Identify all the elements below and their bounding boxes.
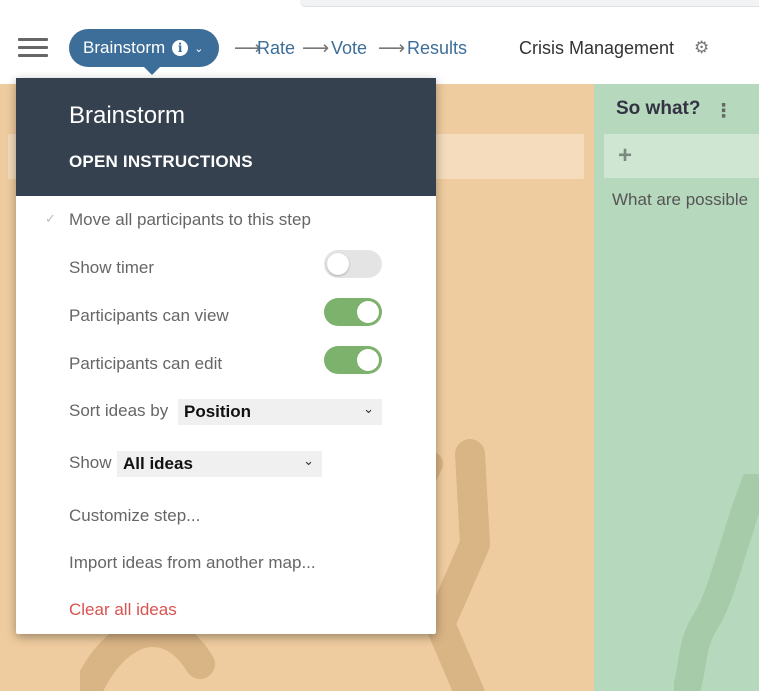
chevron-down-icon: ⌄ bbox=[194, 42, 204, 55]
current-step-label: Brainstorm bbox=[83, 38, 166, 57]
hamburger-menu-icon[interactable] bbox=[18, 38, 48, 58]
move-participants-item[interactable]: Move all participants to this step bbox=[69, 210, 311, 230]
dropdown-title: Brainstorm bbox=[69, 102, 186, 129]
participants-edit-toggle[interactable] bbox=[324, 346, 382, 374]
import-ideas-item[interactable]: Import ideas from another map... bbox=[69, 553, 316, 573]
show-timer-label: Show timer bbox=[69, 258, 155, 277]
show-filter-value: All ideas bbox=[123, 454, 193, 473]
app-header: Brainstorm i ⌄ ⟶ Rate ⟶ Vote ⟶ Results C… bbox=[0, 12, 759, 84]
step-arrow-icon: ⟶ bbox=[302, 38, 330, 59]
add-idea-button[interactable]: + bbox=[604, 134, 759, 178]
clear-ideas-item[interactable]: Clear all ideas bbox=[69, 600, 177, 620]
show-timer-toggle[interactable] bbox=[324, 250, 382, 278]
kebab-menu-icon[interactable]: ⋮ bbox=[714, 100, 733, 123]
column-so-what: So what? ⋮ + What are possible bbox=[594, 84, 759, 691]
show-filter-select[interactable]: All ideas ⌄ bbox=[117, 451, 322, 477]
sort-ideas-select[interactable]: Position ⌄ bbox=[178, 399, 382, 425]
participants-view-toggle[interactable] bbox=[324, 298, 382, 326]
sort-ideas-label: Sort ideas by bbox=[69, 401, 169, 420]
column-prompt: What are possible bbox=[612, 190, 749, 209]
sort-ideas-value: Position bbox=[184, 402, 252, 421]
gear-icon[interactable]: ⚙ bbox=[694, 38, 709, 58]
participants-edit-label: Participants can edit bbox=[69, 354, 223, 373]
info-icon[interactable]: i bbox=[172, 40, 189, 56]
step-link-rate[interactable]: Rate bbox=[257, 38, 295, 59]
chevron-down-icon: ⌄ bbox=[363, 401, 374, 416]
customize-step-item[interactable]: Customize step... bbox=[69, 506, 200, 526]
chevron-down-icon: ⌄ bbox=[303, 453, 314, 468]
current-step-button[interactable]: Brainstorm i ⌄ bbox=[69, 29, 220, 67]
participants-view-label: Participants can view bbox=[69, 306, 229, 325]
step-arrow-icon: ⟶ bbox=[378, 38, 406, 59]
step-link-vote[interactable]: Vote bbox=[331, 38, 367, 59]
dropdown-pointer bbox=[144, 67, 160, 75]
browser-top-strip bbox=[0, 0, 759, 12]
open-instructions-link[interactable]: OPEN INSTRUCTIONS bbox=[69, 152, 253, 172]
check-icon: ✓ bbox=[45, 211, 56, 226]
column-title: So what? bbox=[616, 98, 701, 119]
plus-icon: + bbox=[618, 142, 633, 169]
map-title[interactable]: Crisis Management bbox=[519, 38, 674, 59]
background-figure-illustration bbox=[674, 474, 759, 691]
show-filter-label: Show bbox=[69, 453, 112, 472]
address-bar-edge bbox=[300, 0, 759, 7]
step-settings-dropdown: Brainstorm OPEN INSTRUCTIONS ✓ Move all … bbox=[16, 78, 436, 634]
step-link-results[interactable]: Results bbox=[407, 38, 467, 59]
dropdown-header: Brainstorm OPEN INSTRUCTIONS bbox=[16, 78, 436, 196]
